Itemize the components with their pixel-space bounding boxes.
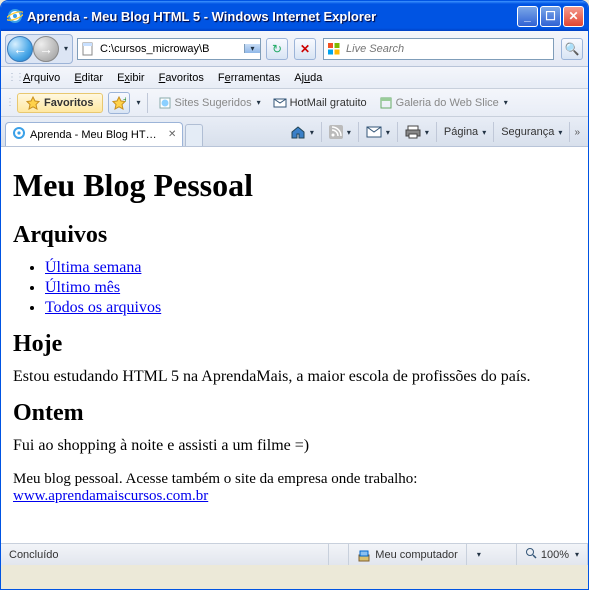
protectedmode-dropdown[interactable]: ▾	[477, 550, 481, 559]
menu-editar[interactable]: Editar	[68, 70, 109, 86]
section-heading-ontem: Ontem	[13, 400, 576, 427]
home-button[interactable]: ▾	[287, 122, 317, 142]
paragraph-hoje: Estou estudando HTML 5 na AprendaMais, a…	[13, 368, 576, 386]
link-ultimo-mes[interactable]: Último mês	[45, 279, 120, 296]
zoom-dropdown[interactable]: ▾	[575, 550, 579, 559]
paragraph-ontem: Fui ao shopping à noite e assisti a um f…	[13, 437, 576, 455]
search-bar[interactable]	[323, 38, 554, 60]
status-bar: Concluído Meu computador ▾ 100% ▾	[1, 543, 588, 565]
menu-bar: ⋮⋮ Arquivo Editar Exibir Favoritos Ferra…	[1, 67, 588, 89]
address-dropdown[interactable]: ▾	[244, 44, 260, 53]
svg-text:+: +	[123, 96, 126, 104]
add-fav-dropdown[interactable]: ▾	[137, 98, 141, 107]
readmail-button[interactable]: ▾	[363, 123, 393, 141]
footer-paragraph: Meu blog pessoal. Acesse também o site d…	[13, 471, 576, 505]
nav-history-dropdown[interactable]: ▾	[61, 44, 71, 53]
command-bar-overflow[interactable]: »	[574, 127, 580, 138]
page-menu[interactable]: Página▾	[441, 124, 489, 140]
feeds-button[interactable]: ▾	[326, 123, 354, 141]
close-button[interactable]: ✕	[563, 6, 584, 27]
favorites-bar: ⋮⋮ Favoritos + ▾ Sites Sugeridos▾ HotMai…	[1, 89, 588, 117]
minimize-button[interactable]: _	[517, 6, 538, 27]
link-todos-arquivos[interactable]: Todos os arquivos	[45, 299, 161, 316]
status-popup-cell	[329, 544, 349, 565]
toolbar-grip[interactable]: ⋮⋮	[7, 72, 13, 83]
link-ultima-semana[interactable]: Última semana	[45, 259, 141, 276]
archive-list: Última semana Último mês Todos os arquiv…	[45, 259, 576, 317]
tab-label: Aprenda - Meu Blog HTML 5	[30, 129, 160, 141]
zoom-icon	[525, 547, 537, 562]
list-item: Último mês	[45, 279, 576, 297]
status-zone: Meu computador	[349, 544, 467, 565]
menu-arquivo[interactable]: Arquivo	[17, 70, 66, 86]
menu-ajuda[interactable]: Ajuda	[288, 70, 328, 86]
ie-logo-icon	[7, 8, 23, 24]
search-input[interactable]	[344, 43, 553, 55]
tab-close-icon[interactable]: ✕	[168, 129, 176, 140]
favbar-hotmail[interactable]: HotMail gratuito	[269, 94, 371, 112]
page-viewport: Meu Blog Pessoal Arquivos Última semana …	[1, 147, 588, 543]
back-button[interactable]: ←	[7, 36, 33, 62]
address-input[interactable]	[98, 43, 244, 55]
footer-text: Meu blog pessoal. Acesse também o site d…	[13, 471, 417, 487]
status-zoom[interactable]: 100% ▾	[517, 544, 588, 565]
refresh-button[interactable]: ↻	[266, 38, 288, 60]
list-item: Todos os arquivos	[45, 299, 576, 317]
navigation-toolbar: ← → ▾ ▾ ↻ ✕ 🔍	[1, 31, 588, 67]
search-go-button[interactable]: 🔍	[561, 38, 583, 60]
menu-ferramentas[interactable]: Ferramentas	[212, 70, 286, 86]
menu-exibir[interactable]: Exibir	[111, 70, 151, 86]
stop-button[interactable]: ✕	[294, 38, 316, 60]
favorites-label: Favoritos	[44, 97, 94, 109]
ie-page-icon	[12, 126, 26, 143]
page-h1: Meu Blog Pessoal	[13, 167, 576, 204]
section-heading-hoje: Hoje	[13, 331, 576, 358]
print-button[interactable]: ▾	[402, 123, 432, 141]
search-provider-icon	[327, 42, 341, 56]
forward-button[interactable]: →	[33, 36, 59, 62]
status-protected-cell: ▾	[467, 544, 517, 565]
window-title: Aprenda - Meu Blog HTML 5 - Windows Inte…	[27, 9, 517, 24]
footer-link[interactable]: www.aprendamaiscursos.com.br	[13, 488, 208, 504]
zone-icon	[357, 548, 371, 562]
tab-bar: Aprenda - Meu Blog HTML 5 ✕ ▾ ▾ ▾ ▾ Pági…	[1, 117, 588, 147]
maximize-button[interactable]: ☐	[540, 6, 561, 27]
star-icon	[26, 96, 40, 110]
section-heading-arquivos: Arquivos	[13, 222, 576, 249]
favorites-button[interactable]: Favoritos	[17, 93, 103, 113]
toolbar-grip[interactable]: ⋮⋮	[5, 97, 11, 108]
command-bar: ▾ ▾ ▾ ▾ Página▾ Segurança▾ »	[287, 122, 584, 146]
new-tab-button[interactable]	[185, 124, 203, 146]
window-titlebar: Aprenda - Meu Blog HTML 5 - Windows Inte…	[1, 1, 588, 31]
status-done: Concluído	[1, 544, 329, 565]
safety-menu[interactable]: Segurança▾	[498, 124, 565, 140]
address-bar[interactable]: ▾	[77, 38, 261, 60]
tab-active[interactable]: Aprenda - Meu Blog HTML 5 ✕	[5, 122, 183, 146]
page-icon	[80, 41, 96, 57]
list-item: Última semana	[45, 259, 576, 277]
favbar-sites-sugeridos[interactable]: Sites Sugeridos▾	[154, 94, 265, 112]
favbar-webslice[interactable]: Galeria do Web Slice▾	[375, 94, 512, 112]
menu-favoritos[interactable]: Favoritos	[153, 70, 210, 86]
add-favorite-button[interactable]: +	[108, 92, 130, 114]
